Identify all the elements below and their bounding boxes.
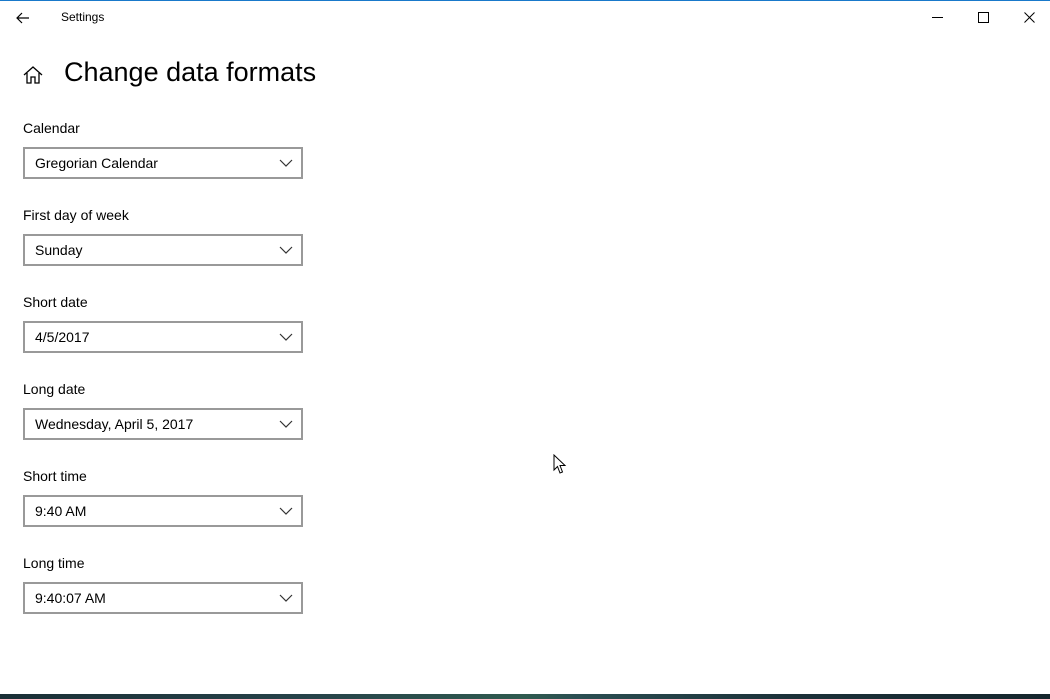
long-time-label: Long time bbox=[23, 555, 85, 571]
close-icon bbox=[1023, 12, 1035, 23]
minimize-button[interactable] bbox=[914, 1, 960, 34]
short-time-setting: Short time 9:40 AM bbox=[23, 466, 303, 527]
calendar-dropdown[interactable]: Gregorian Calendar bbox=[23, 147, 303, 179]
chevron-down-icon bbox=[279, 594, 293, 602]
first-day-of-week-setting: First day of week Sunday bbox=[23, 205, 303, 266]
short-date-value: 4/5/2017 bbox=[35, 329, 90, 345]
home-icon bbox=[23, 66, 43, 84]
chevron-down-icon bbox=[279, 507, 293, 515]
maximize-icon bbox=[977, 12, 989, 23]
long-date-label: Long date bbox=[23, 381, 86, 397]
first-day-of-week-label: First day of week bbox=[23, 207, 129, 223]
long-date-setting: Long date Wednesday, April 5, 2017 bbox=[23, 379, 303, 440]
mouse-pointer-icon bbox=[553, 454, 567, 474]
desktop-background-strip bbox=[0, 694, 1050, 699]
short-date-dropdown[interactable]: 4/5/2017 bbox=[23, 321, 303, 353]
long-time-setting: Long time 9:40:07 AM bbox=[23, 553, 303, 614]
calendar-setting: Calendar Gregorian Calendar bbox=[23, 118, 303, 179]
settings-window: Settings Change data formats Calendar Gr… bbox=[0, 0, 1050, 699]
app-title: Settings bbox=[61, 10, 105, 24]
back-button[interactable] bbox=[0, 1, 46, 34]
long-date-value: Wednesday, April 5, 2017 bbox=[35, 416, 194, 432]
short-time-value: 9:40 AM bbox=[35, 503, 87, 519]
title-bar: Settings bbox=[0, 1, 1050, 34]
short-time-dropdown[interactable]: 9:40 AM bbox=[23, 495, 303, 527]
home-button[interactable] bbox=[20, 62, 46, 88]
chevron-down-icon bbox=[279, 420, 293, 428]
back-arrow-icon bbox=[16, 12, 29, 23]
page-title: Change data formats bbox=[64, 57, 317, 87]
long-time-value: 9:40:07 AM bbox=[35, 590, 106, 606]
maximize-button[interactable] bbox=[960, 1, 1006, 34]
long-date-dropdown[interactable]: Wednesday, April 5, 2017 bbox=[23, 408, 303, 440]
close-button[interactable] bbox=[1006, 1, 1050, 34]
first-day-of-week-value: Sunday bbox=[35, 242, 83, 258]
short-date-label: Short date bbox=[23, 294, 88, 310]
calendar-value: Gregorian Calendar bbox=[35, 155, 158, 171]
calendar-label: Calendar bbox=[23, 120, 80, 136]
minimize-icon bbox=[931, 17, 943, 18]
short-date-setting: Short date 4/5/2017 bbox=[23, 292, 303, 353]
short-time-label: Short time bbox=[23, 468, 87, 484]
first-day-of-week-dropdown[interactable]: Sunday bbox=[23, 234, 303, 266]
long-time-dropdown[interactable]: 9:40:07 AM bbox=[23, 582, 303, 614]
chevron-down-icon bbox=[279, 246, 293, 254]
chevron-down-icon bbox=[279, 159, 293, 167]
chevron-down-icon bbox=[279, 333, 293, 341]
